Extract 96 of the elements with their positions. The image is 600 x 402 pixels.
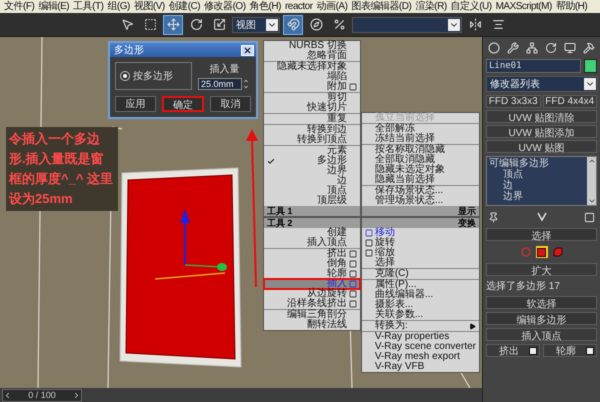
object-name-field[interactable]: Line01 [486, 59, 581, 73]
menu-item[interactable]: 隐藏未选定对象 [362, 165, 479, 175]
menu-item[interactable]: 图表编辑器(D) [349, 0, 414, 13]
modifier-button[interactable]: UVW 贴图清除 [486, 110, 597, 123]
menu-item[interactable]: 属性(P)... [362, 280, 479, 290]
menu-item[interactable]: 塌陷 [264, 72, 360, 82]
menu-item[interactable]: reactor [282, 0, 315, 13]
menu-item[interactable]: V-Ray properties [362, 332, 479, 342]
rollout-header[interactable]: 软选择 [486, 296, 597, 309]
modifier-button[interactable]: UVW 贴图 [486, 140, 597, 153]
selection-info: 选择了多边形 17 [486, 280, 561, 293]
menu-item[interactable]: 转换到顶点 [264, 135, 360, 145]
tool-button[interactable]: 轮廓 [543, 344, 597, 357]
menu-item[interactable]: 帮助(H) [554, 0, 590, 13]
quad-menu-title: 显示 [362, 206, 479, 216]
menu-item[interactable]: 克隆(C) [362, 269, 479, 279]
modifier-button[interactable]: FFD 4x4x4 [542, 95, 597, 108]
menu-item[interactable]: 边 [264, 176, 360, 186]
menu-item[interactable]: 动画(A) [314, 0, 350, 13]
dialog-title: 多边形 [114, 44, 144, 57]
menu-item[interactable]: 编辑三角剖分 [264, 310, 360, 320]
stack-item[interactable]: 边 [489, 180, 585, 191]
menu-item[interactable]: 按名称取消隐藏 [362, 145, 479, 155]
menu-item[interactable]: 边界 [264, 166, 360, 176]
menu-item[interactable]: 工具(T) [71, 0, 106, 13]
radio-label: 按多边形 [133, 70, 173, 83]
stack-item[interactable]: 顶点 [489, 169, 585, 180]
quad-menu-title: 工具 2 [264, 218, 360, 228]
menu-item[interactable]: 编辑(E) [36, 0, 72, 13]
menu-item[interactable]: 转换到边 [264, 125, 360, 135]
menu-item[interactable]: 创建 [264, 228, 360, 238]
menu-item[interactable]: 快速切片 [264, 103, 360, 113]
modifier-button[interactable]: UVW 贴图添加 [486, 125, 597, 138]
menu-item[interactable]: 插入顶点 [264, 238, 360, 248]
dialog-button[interactable]: 确定 [162, 96, 204, 112]
tool-button[interactable]: 挤出 [486, 344, 540, 357]
rollout-header[interactable]: 选择 [486, 228, 597, 241]
menu-item[interactable]: 附加 [264, 82, 360, 92]
menu-item[interactable]: 角色(H) [248, 0, 283, 13]
quad-menu-title: 工具 1 [264, 206, 360, 216]
menu-item[interactable]: V-Ray mesh export [362, 352, 479, 362]
menu-item[interactable]: 组(G) [105, 0, 132, 13]
stack-item[interactable]: 可编辑多边形 [489, 158, 585, 169]
menu-item[interactable]: 元素 [264, 146, 360, 156]
rollout-header[interactable]: 编辑多边形 [486, 312, 597, 325]
view-dropdown[interactable]: 视图 [232, 16, 280, 32]
dialog-button[interactable]: 应用 [115, 96, 156, 112]
menu-item[interactable]: V-Ray scene converter [362, 342, 479, 352]
modifier-button[interactable]: FFD 3x3x3 [486, 95, 540, 108]
menu-item[interactable]: MAXScript(M) [494, 0, 554, 13]
menu-item[interactable]: 从边旋转 [264, 289, 360, 299]
modifier-list-dropdown[interactable]: 修改器列表 [486, 76, 598, 92]
menu-item[interactable]: 曲线编辑器... [362, 290, 479, 300]
menu-item[interactable]: 顶点 [264, 186, 360, 196]
menu-item[interactable]: 多边形 [264, 156, 360, 166]
time-slider[interactable]: 0 / 100 [2, 388, 82, 402]
grow-button[interactable]: 扩大 [486, 263, 597, 276]
menu-item[interactable]: 沿样条线挤出 [264, 299, 360, 309]
menu-item[interactable]: 管理场景状态... [362, 196, 479, 206]
menu-item[interactable]: 翻转法线 [264, 320, 360, 330]
annotation-text: 令插入一个多边形.插入量既是窗框的厚度^_^ 这里设为25mm [6, 127, 118, 211]
insert-vertex-button[interactable]: 插入顶点 [486, 328, 597, 341]
menu-item[interactable]: 剪切 [264, 93, 360, 103]
menu-item[interactable]: 关联参数... [362, 310, 479, 320]
menu-item[interactable]: 选择 [362, 258, 479, 268]
menu-item[interactable]: 自定义(U) [448, 0, 494, 13]
menu-item[interactable]: 忽略背面 [264, 51, 360, 61]
menu-item[interactable]: 重复 [264, 114, 360, 124]
menu-item[interactable]: 视图(V) [132, 0, 167, 13]
menu-item[interactable]: 修改器(O) [202, 0, 248, 13]
menu-item[interactable]: 隐藏未选择对象 [264, 62, 360, 72]
menu-item[interactable]: 挤出 [264, 249, 360, 259]
dialog-button[interactable]: 取消 [210, 96, 252, 112]
menu-item[interactable]: 缩放 [362, 248, 479, 258]
stack-item[interactable]: 边界 [489, 191, 585, 202]
menu-item[interactable]: 渲染(R) [413, 0, 449, 13]
frame-counter: 0 / 100 [27, 390, 57, 400]
menu-item[interactable]: 全部解冻 [362, 124, 479, 134]
menu-item[interactable]: 倒角 [264, 259, 360, 269]
menu-item[interactable]: 摄影表... [362, 300, 479, 310]
quad-menu-title: 变换 [362, 218, 479, 228]
menu-item[interactable]: 轮廓 [264, 269, 360, 279]
menu-item[interactable]: 保存场景状态... [362, 186, 479, 196]
amount-field[interactable]: 25.0mm [198, 78, 242, 90]
menu-item[interactable]: 顶层级 [264, 196, 360, 206]
menu-item[interactable]: 移动 [362, 228, 479, 238]
menu-item[interactable]: 全部取消隐藏 [362, 155, 479, 165]
menu-item[interactable]: 文件(F) [2, 0, 36, 13]
menu-item[interactable]: 冻结当前选择 [362, 134, 479, 144]
menu-item[interactable]: 创建(C) [166, 0, 202, 13]
menu-item[interactable]: 隐藏当前选择 [362, 175, 479, 185]
menu-item[interactable]: 旋转 [362, 238, 479, 248]
menu-item[interactable]: 转换为: [362, 321, 479, 331]
amount-label: 插入量 [210, 62, 240, 76]
menu-item[interactable]: V-Ray VFB [362, 362, 479, 372]
menu-item[interactable]: NURBS 切换 [264, 41, 360, 51]
